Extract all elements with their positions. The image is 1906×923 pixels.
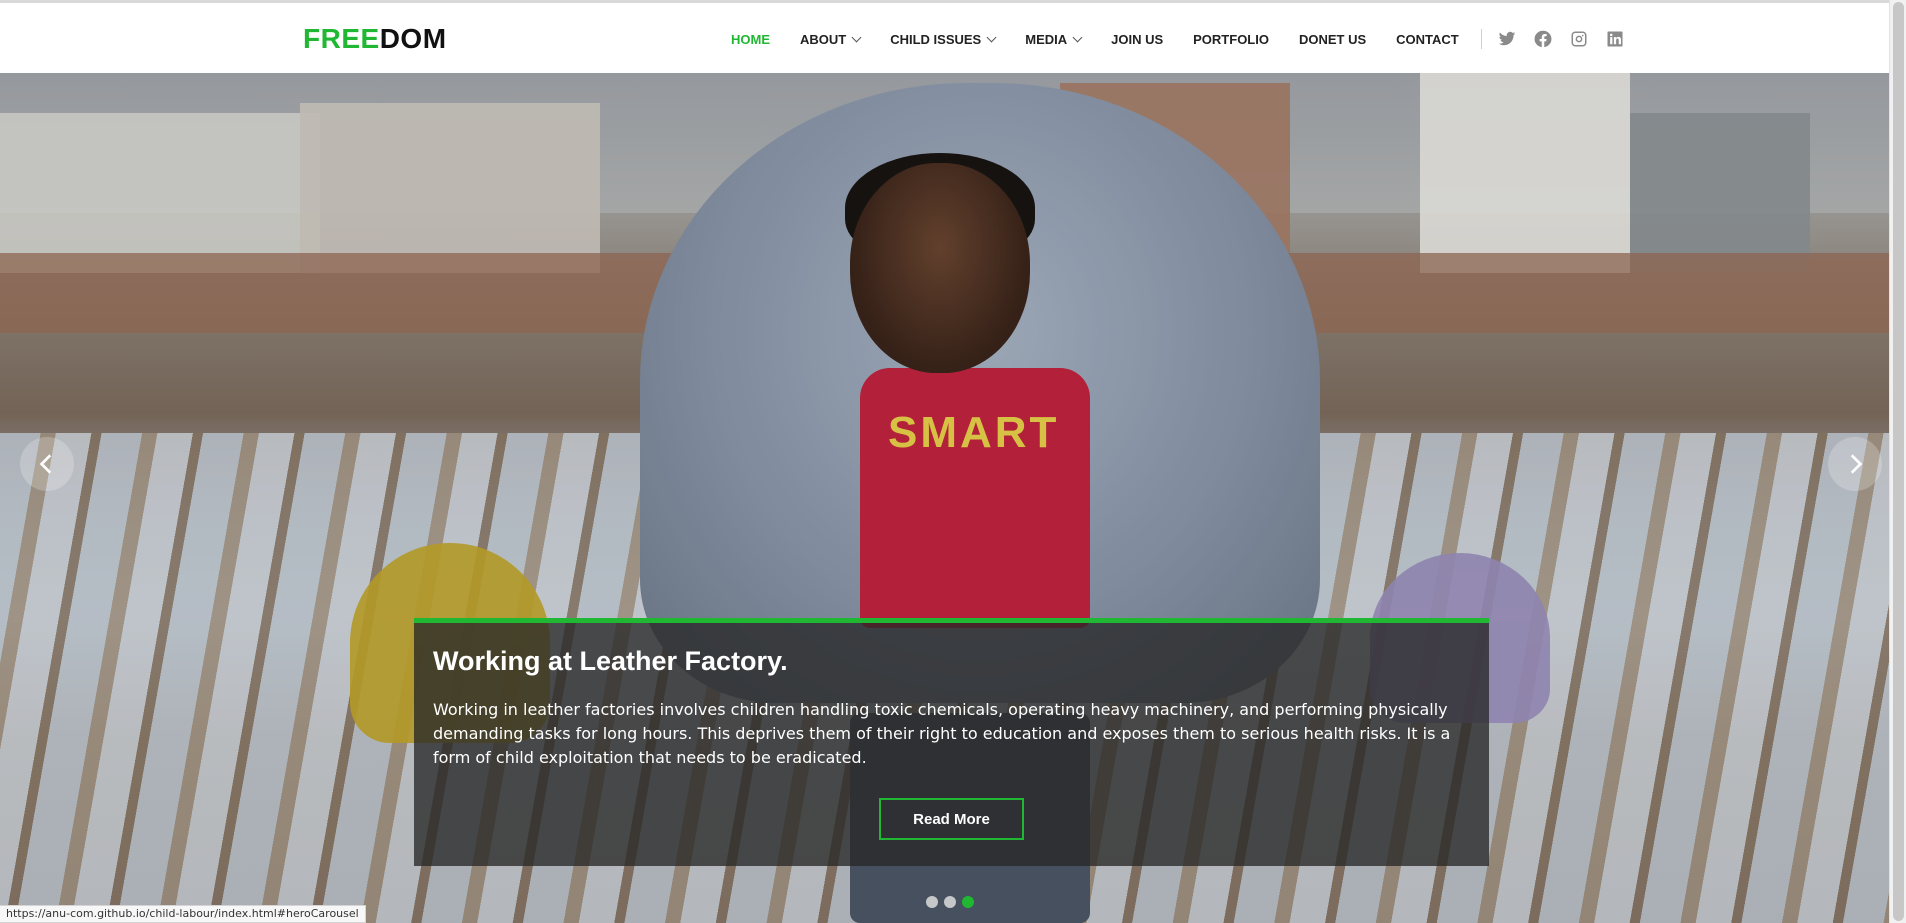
nav-item-label: ABOUT (800, 31, 847, 47)
main-nav: HOME ABOUT CHILD ISSUES MEDIA JOIN US PO… (731, 29, 1642, 49)
nav-item-home[interactable]: HOME (731, 32, 770, 47)
facebook-icon[interactable] (1534, 30, 1552, 48)
chevron-down-icon (851, 32, 862, 42)
brand-part-2: DOM (379, 23, 447, 54)
brand-part-1: FREE (303, 23, 380, 54)
nav-item-about[interactable]: ABOUT (800, 31, 862, 47)
nav-item-label: PORTFOLIO (1193, 31, 1269, 47)
nav-item-label: HOME (731, 31, 770, 47)
scrollbar-thumb[interactable] (1893, 2, 1904, 921)
instagram-icon[interactable] (1570, 30, 1588, 48)
site-header: FREEDOM HOME ABOUT CHILD ISSUES MEDIA JO… (0, 3, 1889, 73)
carousel-caption: Working at Leather Factory. Working in l… (414, 618, 1489, 866)
nav-item-label: JOIN US (1111, 31, 1164, 47)
chevron-down-icon (1072, 32, 1083, 42)
chevron-down-icon (986, 32, 997, 42)
twitter-icon[interactable] (1498, 30, 1516, 48)
linkedin-icon[interactable] (1606, 30, 1624, 48)
nav-item-label: MEDIA (1025, 31, 1068, 47)
carousel-indicator-1[interactable] (926, 896, 938, 908)
status-bar-url: https://anu-com.github.io/child-labour/i… (0, 905, 366, 923)
nav-item-label: CHILD ISSUES (890, 31, 982, 47)
nav-item-portfolio[interactable]: PORTFOLIO (1193, 32, 1269, 47)
carousel-indicators (926, 896, 980, 908)
page-scrollbar[interactable] (1889, 0, 1906, 923)
carousel-next-button[interactable] (1828, 437, 1882, 491)
brand-logo[interactable]: FREEDOM (303, 23, 447, 55)
chevron-left-icon (39, 454, 52, 474)
nav-item-label: CONTACT (1396, 31, 1459, 47)
social-links (1498, 30, 1642, 48)
read-more-button[interactable]: Read More (879, 798, 1024, 840)
nav-item-label: DONET US (1298, 31, 1367, 47)
hero-carousel: SMART Working at Leather Factory. Workin… (0, 73, 1889, 923)
chevron-right-icon (1850, 454, 1863, 474)
nav-item-media[interactable]: MEDIA (1025, 31, 1083, 47)
carousel-prev-button[interactable] (20, 437, 74, 491)
caption-title: Working at Leather Factory. (433, 646, 788, 676)
nav-item-contact[interactable]: CONTACT (1396, 32, 1459, 47)
nav-item-join-us[interactable]: JOIN US (1111, 32, 1163, 47)
nav-item-donet-us[interactable]: DONET US (1299, 32, 1366, 47)
caption-text: Working in leather factories involves ch… (433, 700, 1451, 767)
carousel-indicator-3[interactable] (962, 896, 974, 908)
carousel-indicator-2[interactable] (944, 896, 956, 908)
nav-item-child-issues[interactable]: CHILD ISSUES (890, 31, 997, 47)
nav-divider (1480, 29, 1482, 49)
